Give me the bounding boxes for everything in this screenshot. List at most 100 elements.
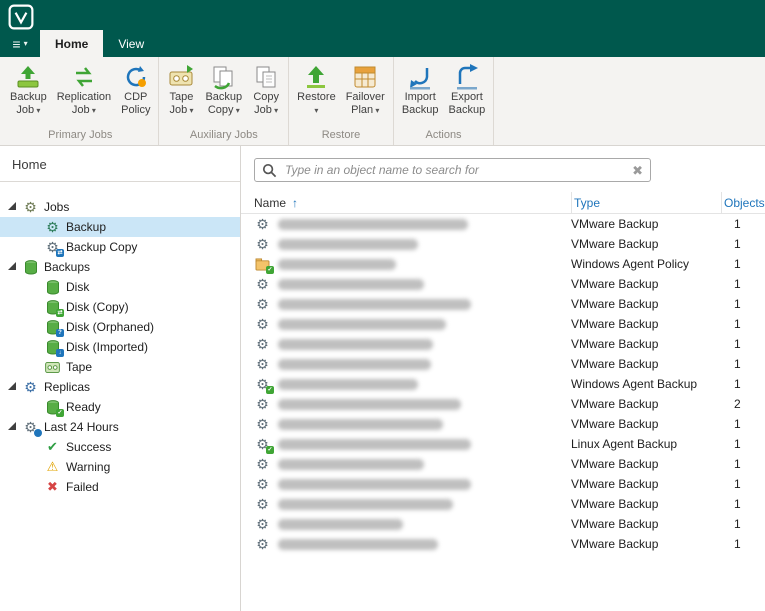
sidebar-item-jobs[interactable]: ⚙ Jobs (0, 197, 240, 217)
column-header-name[interactable]: Name ↑ (254, 196, 571, 210)
redacted-text-blur (278, 338, 433, 350)
table-row[interactable]: ⚙ VMware Backup 1 (241, 474, 765, 494)
redacted-text-blur (278, 278, 424, 290)
ribbon-button-tape-job[interactable]: Tape Job ▾ (163, 60, 199, 119)
column-header-objects[interactable]: Objects (721, 192, 765, 214)
table-row[interactable]: ⚙ VMware Backup 1 (241, 454, 765, 474)
column-header-type[interactable]: Type (571, 192, 721, 214)
table-row[interactable]: ⚙ VMware Backup 1 (241, 214, 765, 234)
job-type: VMware Backup (571, 477, 659, 491)
table-body: ⚙ VMware Backup 1 ⚙ VMware Backup 1 ✓ Windows … (241, 214, 765, 554)
redacted-text-blur (278, 358, 431, 370)
sidebar-item-replicas[interactable]: ⚙ Replicas (0, 377, 240, 397)
success-icon: ✔ (47, 439, 58, 454)
disk-imported-icon: ↓ (44, 339, 66, 357)
job-name-redacted (278, 358, 571, 370)
expand-arrow-icon[interactable] (8, 382, 16, 390)
tree-item-label: Last 24 Hours (44, 420, 119, 434)
job-objects-count: 1 (734, 317, 741, 331)
expand-arrow-icon[interactable] (8, 262, 16, 270)
title-bar: ≡ ▾ Home View (0, 0, 765, 57)
redacted-text-blur (278, 498, 453, 510)
table-row[interactable]: ⚙ VMware Backup 1 (241, 234, 765, 254)
ribbon-button-export-backup[interactable]: Export Backup (445, 60, 490, 119)
table-row[interactable]: ⚙ ✓ Linux Agent Backup 1 (241, 434, 765, 454)
job-objects-count: 1 (734, 537, 741, 551)
failover-plan-icon (352, 63, 378, 91)
search-box[interactable]: ✖ (254, 158, 651, 182)
ribbon-button-failover-plan[interactable]: Failover Plan ▾ (342, 60, 389, 119)
job-name-redacted (278, 378, 571, 390)
table-row[interactable]: ⚙ VMware Backup 1 (241, 294, 765, 314)
sidebar-item-backup-copy[interactable]: ⚙ ⇄ Backup Copy (0, 237, 240, 257)
table-row[interactable]: ⚙ VMware Backup 1 (241, 514, 765, 534)
sidebar-item-disk-orphaned[interactable]: ? Disk (Orphaned) (0, 317, 240, 337)
job-type: VMware Backup (571, 397, 659, 411)
sidebar-item-disk-imported[interactable]: ↓ Disk (Imported) (0, 337, 240, 357)
job-objects-count: 1 (734, 277, 741, 291)
ribbon-button-copy-job[interactable]: Copy Job ▾ (248, 60, 284, 119)
dropdown-caret-icon: ▾ (233, 105, 240, 115)
ribbon-button-backup-job[interactable]: Backup Job ▾ (6, 60, 51, 119)
ribbon-button-restore[interactable]: Restore ▾ (293, 60, 340, 119)
tree-item-label: Backup Copy (66, 240, 138, 254)
sidebar-item-backup[interactable]: ⚙ Backup (0, 217, 240, 237)
table-row[interactable]: ⚙ VMware Backup 1 (241, 354, 765, 374)
backup-gear-icon: ⚙ (46, 219, 59, 235)
dropdown-caret-icon: ▾ (314, 105, 319, 115)
ribbon-button-backup-copy[interactable]: Backup Copy ▾ (201, 60, 246, 119)
hamburger-icon: ≡ (12, 35, 21, 52)
sidebar-item-tape[interactable]: Tape (0, 357, 240, 377)
sidebar-item-success[interactable]: ✔ Success (0, 437, 240, 457)
redacted-text-blur (278, 518, 403, 530)
clear-search-icon[interactable]: ✖ (632, 164, 643, 177)
ribbon-group-label: Auxiliary Jobs (189, 129, 258, 141)
main-menu-button[interactable]: ≡ ▾ (0, 30, 40, 57)
dropdown-caret-icon: ▾ (89, 105, 96, 115)
ribbon-button-replication-job[interactable]: Replication Job ▾ (53, 60, 115, 119)
job-objects-count: 1 (734, 237, 741, 251)
ribbon-group-auxiliary-jobs: Tape Job ▾ Backup Copy ▾ Copy Job ▾ Auxiliary … (159, 57, 290, 145)
expand-arrow-icon[interactable] (8, 202, 16, 210)
table-row[interactable]: ⚙ ✓ Windows Agent Backup 1 (241, 374, 765, 394)
job-type: VMware Backup (571, 317, 659, 331)
expand-arrow-icon[interactable] (8, 422, 16, 430)
sidebar-item-ready[interactable]: ✓ Ready (0, 397, 240, 417)
ribbon-button-import-backup[interactable]: Import Backup (398, 60, 443, 119)
redacted-text-blur (278, 238, 418, 250)
table-row[interactable]: ✓ Windows Agent Policy 1 (241, 254, 765, 274)
gear-icon: ⚙ (256, 496, 269, 512)
gear-icon: ⚙ (256, 296, 269, 312)
gear-icon: ⚙ (256, 516, 269, 532)
sidebar-item-warning[interactable]: ⚠ Warning (0, 457, 240, 477)
tab-view[interactable]: View (103, 30, 159, 57)
failed-icon: ✖ (47, 479, 58, 494)
sidebar-item-failed[interactable]: ✖ Failed (0, 477, 240, 497)
sidebar-item-disk[interactable]: Disk (0, 277, 240, 297)
gear-icon: ⚙ (256, 216, 269, 232)
table-row[interactable]: ⚙ VMware Backup 1 (241, 494, 765, 514)
job-objects-count: 1 (734, 417, 741, 431)
table-row[interactable]: ⚙ VMware Backup 2 (241, 394, 765, 414)
agent-gear-icon: ⚙ ✓ (256, 376, 274, 394)
tab-home[interactable]: Home (40, 30, 104, 57)
last-24-hours-icon: ⚙ (22, 419, 44, 437)
backup-copy-icon (211, 63, 237, 91)
sidebar-item-last-24-hours[interactable]: ⚙ Last 24 Hours (0, 417, 240, 437)
table-row[interactable]: ⚙ VMware Backup 1 (241, 534, 765, 554)
table-row[interactable]: ⚙ VMware Backup 1 (241, 314, 765, 334)
agent-gear-icon: ⚙ ✓ (256, 436, 274, 454)
table-row[interactable]: ⚙ VMware Backup 1 (241, 414, 765, 434)
navigation-tree: ⚙ Jobs ⚙ Backup ⚙ ⇄ Backup Copy Backups Disk ⇄… (0, 182, 240, 497)
sidebar-item-backups[interactable]: Backups (0, 257, 240, 277)
ribbon-button-cdp-policy[interactable]: CDP Policy (117, 60, 154, 119)
sidebar-item-disk-copy[interactable]: ⇄ Disk (Copy) (0, 297, 240, 317)
ribbon-group-label: Actions (425, 129, 462, 141)
search-input[interactable] (283, 162, 627, 178)
job-type: Windows Agent Backup (571, 377, 698, 391)
jobs-gear-icon: ⚙ (24, 199, 37, 215)
tape-icon (44, 359, 66, 375)
table-row[interactable]: ⚙ VMware Backup 1 (241, 334, 765, 354)
table-row[interactable]: ⚙ VMware Backup 1 (241, 274, 765, 294)
job-name-redacted (278, 478, 571, 490)
